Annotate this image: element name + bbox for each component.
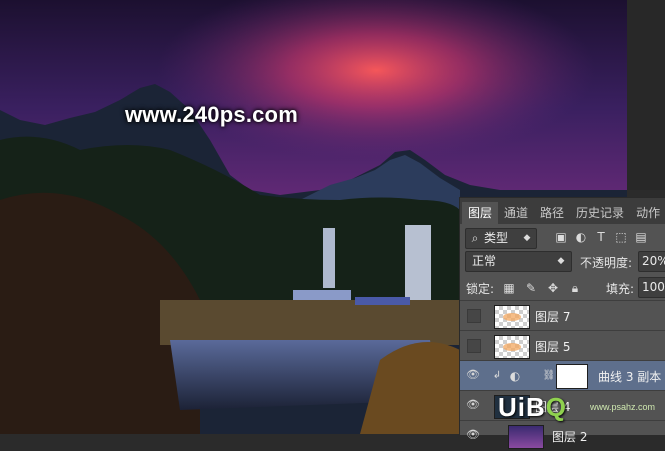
layer-row[interactable]: 图层 5	[460, 330, 665, 361]
filter-pixel-icon[interactable]: ▣	[554, 230, 568, 244]
layer-row[interactable]: 图层 7	[460, 300, 665, 331]
layer-row[interactable]: 👁︎ 图层 2	[460, 420, 665, 451]
filter-row: ⌕ 类型 ◆ ▣ ◐ T ⬚ ▤	[460, 224, 665, 250]
filter-kind-label: 类型	[484, 231, 509, 245]
tab-paths[interactable]: 路径	[534, 202, 570, 224]
search-icon: ⌕	[471, 231, 479, 245]
dropdown-arrow-icon: ◆	[523, 233, 531, 243]
opacity-input[interactable]: 20%	[638, 251, 665, 272]
eye-icon[interactable]: 👁︎	[464, 428, 482, 444]
eye-icon[interactable]: 👁︎	[464, 368, 482, 384]
opacity-label: 不透明度:	[580, 256, 633, 270]
layer-row-selected[interactable]: 👁︎ ↲ ◐ ⛓︎ 曲线 3 副本	[460, 360, 665, 391]
fill-input[interactable]: 100%	[638, 277, 665, 298]
dropdown-arrow-icon: ◆	[557, 256, 565, 266]
link-chain-icon[interactable]: ⛓︎	[542, 369, 556, 383]
panel-tabs: 图层 通道 路径 历史记录 动作	[460, 198, 665, 224]
watermark-text: www.240ps.com	[125, 102, 298, 127]
blend-mode-value: 正常	[472, 254, 497, 268]
filter-adjustment-icon[interactable]: ◐	[574, 230, 588, 244]
lock-transparent-icon[interactable]: ▦	[502, 281, 516, 295]
visibility-toggle[interactable]	[467, 339, 481, 353]
layer-name: 曲线 3 副本	[598, 370, 662, 384]
lock-label: 锁定:	[466, 282, 495, 296]
lock-row: 锁定: ▦ ✎ ✥ 🔒︎ 填充: 100%	[460, 276, 665, 300]
layer-name: 图层 5	[535, 340, 571, 354]
layer-name: 图层 7	[535, 310, 571, 324]
site-logo-url: www.psahz.com	[590, 402, 656, 412]
clipping-arrow-icon: ↲	[492, 370, 502, 381]
logo-main: UiBQ	[498, 392, 568, 422]
tab-layers[interactable]: 图层	[462, 202, 499, 224]
logo-q: Q	[545, 392, 568, 422]
blend-mode-select[interactable]: 正常 ◆	[465, 251, 572, 272]
layer-thumbnail	[494, 335, 530, 359]
lock-paint-icon[interactable]: ✎	[524, 281, 538, 295]
fill-value: 100%	[642, 280, 665, 294]
blend-row: 正常 ◆ 不透明度: 20%	[460, 250, 665, 274]
filter-smart-object-icon[interactable]: ▤	[634, 230, 648, 244]
layer-thumbnail	[508, 425, 544, 449]
tab-history[interactable]: 历史记录	[570, 202, 630, 224]
tab-actions[interactable]: 动作	[630, 202, 665, 224]
opacity-value: 20%	[642, 254, 665, 268]
layer-name: 图层 2	[552, 430, 588, 444]
layer-thumbnail	[494, 305, 530, 329]
visibility-toggle[interactable]	[467, 309, 481, 323]
adjustment-layer-icon: ◐	[509, 369, 521, 383]
filter-shape-icon[interactable]: ⬚	[614, 230, 628, 244]
lock-all-icon[interactable]: 🔒︎	[568, 281, 582, 295]
site-logo: UiBQ	[498, 392, 567, 423]
lock-position-icon[interactable]: ✥	[546, 281, 560, 295]
fill-label: 填充:	[606, 282, 635, 296]
eye-icon[interactable]: 👁︎	[464, 398, 482, 414]
filter-type-icon[interactable]: T	[594, 230, 608, 244]
tab-channels[interactable]: 通道	[498, 202, 534, 224]
filter-kind-select[interactable]: ⌕ 类型 ◆	[465, 228, 537, 249]
document-background	[627, 0, 665, 190]
layer-mask-thumbnail[interactable]	[556, 364, 588, 389]
